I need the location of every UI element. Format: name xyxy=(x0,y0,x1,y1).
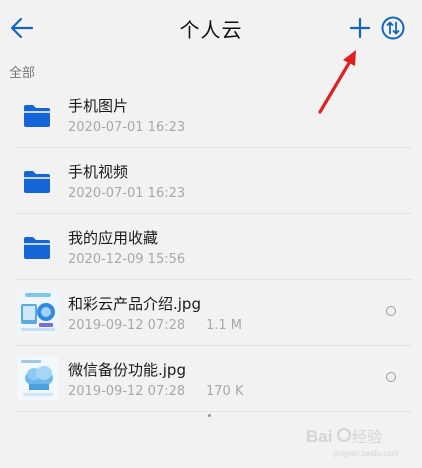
file-name: 我的应用收藏 xyxy=(68,229,159,247)
baidu-watermark-logo: Bai 经验 jingyan.baidu.com xyxy=(306,427,399,458)
file-name: 微信备份功能.jpg xyxy=(68,361,186,379)
sort-circle-icon xyxy=(381,16,405,40)
divider xyxy=(14,411,412,412)
list-item-image[interactable]: 微信备份功能.jpg 2019-09-12 07:28 170 K xyxy=(0,346,422,412)
file-date: 2020-12-09 15:56 xyxy=(68,252,186,267)
file-date: 2020-07-01 16:23 xyxy=(68,120,186,135)
folder-icon xyxy=(24,105,50,127)
scroll-indicator xyxy=(208,414,211,417)
list-item-folder[interactable]: 我的应用收藏 2020-12-09 15:56 xyxy=(0,214,422,280)
image-thumbnail xyxy=(17,356,59,400)
file-name: 手机视频 xyxy=(68,163,129,181)
file-date: 2020-07-01 16:23 xyxy=(68,186,186,201)
file-name: 手机图片 xyxy=(68,97,129,115)
file-date: 2019-09-12 07:28 xyxy=(68,384,186,399)
file-list: 手机图片 2020-07-01 16:23 手机视频 2020-07-01 16… xyxy=(0,82,422,412)
folder-icon xyxy=(24,171,50,193)
list-item-folder[interactable]: 手机图片 2020-07-01 16:23 xyxy=(0,82,422,148)
select-checkbox[interactable] xyxy=(386,372,396,382)
file-size: 170 K xyxy=(206,384,244,399)
sort-button[interactable] xyxy=(381,16,405,40)
list-item-folder[interactable]: 手机视频 2020-07-01 16:23 xyxy=(0,148,422,214)
plus-icon xyxy=(349,17,371,39)
svg-text:jingyan.baidu.com: jingyan.baidu.com xyxy=(333,449,399,458)
add-button[interactable] xyxy=(348,16,372,40)
select-checkbox[interactable] xyxy=(386,306,396,316)
folder-icon xyxy=(24,237,50,259)
file-size: 1.1 M xyxy=(206,318,243,333)
file-date: 2019-09-12 07:28 xyxy=(68,318,186,333)
svg-text:Bai: Bai xyxy=(306,427,332,446)
image-thumbnail xyxy=(17,290,59,334)
svg-text:经验: 经验 xyxy=(352,428,382,446)
list-item-image[interactable]: 和彩云产品介绍.jpg 2019-09-12 07:28 1.1 M xyxy=(0,280,422,346)
section-label-all: 全部 xyxy=(9,66,36,81)
file-name: 和彩云产品介绍.jpg xyxy=(68,295,201,313)
